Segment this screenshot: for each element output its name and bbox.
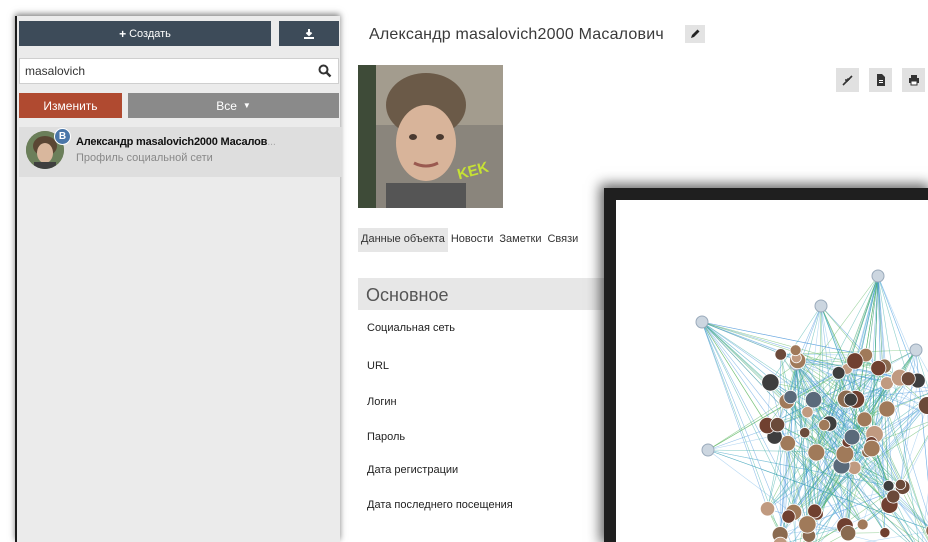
- graph-node[interactable]: [886, 489, 901, 504]
- graph-hub-node[interactable]: [695, 315, 709, 329]
- edit-button[interactable]: Изменить: [19, 93, 122, 118]
- graph-node[interactable]: [761, 373, 780, 392]
- graph-node[interactable]: [878, 400, 896, 418]
- download-icon: [304, 28, 314, 39]
- caret-down-icon: ▼: [242, 101, 251, 110]
- filter-dropdown[interactable]: Все ▼: [128, 93, 339, 118]
- field-label: Дата последнего посещения: [367, 499, 513, 511]
- graph-node[interactable]: [789, 344, 802, 357]
- graph-node[interactable]: [783, 389, 798, 405]
- graph-node[interactable]: [799, 427, 811, 439]
- graph-node[interactable]: [879, 527, 891, 539]
- field-label: URL: [367, 360, 390, 372]
- graph-edge: [701, 321, 768, 509]
- graph-node[interactable]: [863, 439, 881, 458]
- left-panel: + Создать Изменить Все ▼: [15, 16, 342, 542]
- graph-node[interactable]: [856, 411, 873, 428]
- graph-node[interactable]: [818, 418, 831, 432]
- pencil-icon: [691, 29, 700, 38]
- graph-node[interactable]: [870, 360, 887, 377]
- collapse-icon: [842, 74, 853, 86]
- collapse-button[interactable]: [836, 68, 859, 92]
- document-button[interactable]: [869, 68, 892, 92]
- result-subtitle: Профиль социальной сети: [76, 152, 213, 164]
- result-title-ellipsis: ...: [267, 136, 276, 148]
- tab-news[interactable]: Новости: [448, 228, 497, 252]
- tab-bar: Данные объекта Новости Заметки Связи: [358, 228, 581, 252]
- field-label: Пароль: [367, 431, 406, 443]
- graph-node[interactable]: [759, 501, 776, 517]
- graph-node[interactable]: [843, 392, 858, 407]
- result-title: Александр masalovich2000 Масалов...: [76, 136, 276, 148]
- graph-node[interactable]: [781, 509, 796, 524]
- graph-node[interactable]: [807, 443, 826, 462]
- graph-hub-node[interactable]: [909, 343, 923, 357]
- section-title: Основное: [358, 278, 618, 310]
- create-button[interactable]: + Создать: [19, 21, 271, 46]
- print-button[interactable]: [902, 68, 925, 92]
- graph-edge: [902, 436, 928, 488]
- graph-hub-node[interactable]: [871, 269, 885, 283]
- edit-button-label: Изменить: [43, 98, 98, 113]
- graph-node[interactable]: [843, 428, 861, 446]
- search-icon[interactable]: [318, 64, 332, 78]
- graph-node[interactable]: [798, 515, 817, 534]
- graph-node[interactable]: [804, 391, 823, 409]
- search-result-item[interactable]: В Александр masalovich2000 Масалов... Пр…: [19, 127, 342, 177]
- graph-node[interactable]: [774, 348, 787, 361]
- profile-photo: KEK: [358, 65, 503, 208]
- vk-badge: В: [54, 128, 71, 145]
- search-field[interactable]: [19, 58, 339, 84]
- field-label: Социальная сеть: [367, 322, 455, 334]
- graph-node[interactable]: [840, 525, 857, 542]
- tab-links[interactable]: Связи: [544, 228, 581, 252]
- field-label: Дата регистрации: [367, 464, 459, 476]
- graph-hub-node[interactable]: [701, 443, 715, 457]
- graph-node[interactable]: [900, 371, 916, 387]
- edit-title-button[interactable]: [685, 25, 705, 43]
- search-input[interactable]: [20, 59, 300, 83]
- print-icon: [908, 75, 919, 86]
- graph-node[interactable]: [835, 444, 855, 464]
- filter-label: Все: [216, 98, 237, 113]
- graph-node[interactable]: [831, 366, 846, 380]
- result-title-text: Александр masalovich2000 Масалов: [76, 136, 268, 148]
- graph-node[interactable]: [894, 478, 907, 491]
- network-graph-overlay: [604, 188, 928, 542]
- create-button-label: Создать: [129, 27, 171, 40]
- app-window: + Создать Изменить Все ▼: [0, 0, 928, 542]
- document-icon: [876, 74, 885, 86]
- tab-notes[interactable]: Заметки: [496, 228, 544, 252]
- graph-node[interactable]: [801, 406, 814, 419]
- field-label: Логин: [367, 396, 397, 408]
- graph-node[interactable]: [918, 396, 928, 415]
- tab-object-data[interactable]: Данные объекта: [358, 228, 448, 252]
- graph-node[interactable]: [846, 352, 864, 370]
- network-graph: [695, 269, 928, 542]
- plus-icon: +: [119, 26, 127, 41]
- graph-node[interactable]: [856, 518, 869, 531]
- graph-node[interactable]: [769, 417, 786, 433]
- download-button[interactable]: [279, 21, 339, 46]
- page-title: Александр masalovich2000 Масалович: [369, 26, 664, 43]
- graph-hub-node[interactable]: [814, 299, 828, 313]
